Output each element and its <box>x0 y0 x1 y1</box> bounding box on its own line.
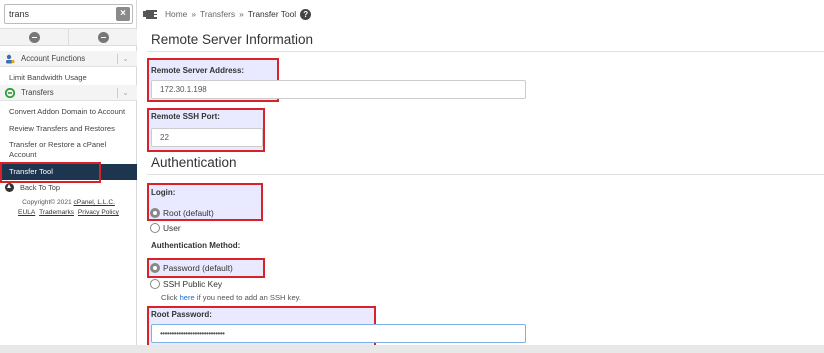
remote-address-input[interactable] <box>151 80 526 99</box>
category-account-functions[interactable]: Account Functions ⌄ <box>0 51 137 67</box>
search-input[interactable] <box>5 5 113 23</box>
add-ssh-key-link[interactable]: here <box>180 293 195 302</box>
sidebar-item-review-transfers[interactable]: Review Transfers and Restores <box>0 124 137 134</box>
divider <box>147 51 824 52</box>
ssh-port-input[interactable] <box>151 128 263 147</box>
back-to-top-link[interactable]: Back To Top <box>5 183 60 192</box>
back-to-top-label: Back To Top <box>20 183 60 192</box>
ssh-hint-suffix: if you need to add an SSH key. <box>194 293 302 302</box>
category-label: Account Functions <box>21 54 86 63</box>
breadcrumb-home[interactable]: Home <box>165 9 187 19</box>
login-root-option[interactable]: Root (default) <box>150 208 214 218</box>
breadcrumb-current: Transfer Tool <box>247 9 297 19</box>
bottom-scrollbar[interactable] <box>0 345 824 353</box>
section-title-authentication: Authentication <box>151 155 237 170</box>
arrow-up-circle-icon <box>5 183 14 192</box>
chevron-down-icon[interactable]: ⌄ <box>117 88 133 98</box>
user-icon <box>6 54 15 63</box>
remote-address-label: Remote Server Address: <box>151 66 245 75</box>
root-password-input[interactable] <box>151 324 526 343</box>
category-label: Transfers <box>21 88 54 97</box>
ssh-hint-prefix: Click <box>161 293 180 302</box>
cpanel-link[interactable]: cPanel, L.L.C. <box>74 199 115 206</box>
privacy-policy-link[interactable]: Privacy Policy <box>78 209 119 216</box>
breadcrumb-transfers[interactable]: Transfers <box>200 9 235 19</box>
highlight-transfer-tool <box>0 162 101 183</box>
copyright: Copyright© 2021 cPanel, L.L.C. <box>0 198 137 208</box>
auth-password-label: Password (default) <box>163 263 233 273</box>
sidebar-toggle-icon[interactable] <box>143 9 157 19</box>
auth-ssh-key-label: SSH Public Key <box>163 279 223 289</box>
trademarks-link[interactable]: Trademarks <box>39 209 74 216</box>
sidebar-item-convert-addon[interactable]: Convert Addon Domain to Account <box>0 107 137 117</box>
breadcrumb-separator: » <box>239 9 244 19</box>
eula-link[interactable]: EULA <box>18 209 35 216</box>
collapse-all-button[interactable] <box>0 29 69 45</box>
copyright-text: Copyright© 2021 <box>22 199 74 206</box>
auth-ssh-key-option[interactable]: SSH Public Key <box>150 279 222 289</box>
collapse-controls <box>0 28 137 46</box>
login-root-label: Root (default) <box>163 208 214 218</box>
login-user-label: User <box>163 223 181 233</box>
help-icon[interactable]: ? <box>300 8 312 20</box>
close-icon[interactable]: × <box>116 7 130 21</box>
breadcrumb-separator: » <box>191 9 197 19</box>
login-label: Login: <box>151 188 176 197</box>
auth-password-option[interactable]: Password (default) <box>150 263 233 273</box>
footer-links: EULA Trademarks Privacy Policy <box>0 209 137 216</box>
sidebar-item-transfer-or-restore[interactable]: Transfer or Restore a cPanel Account <box>0 140 120 160</box>
auth-method-label: Authentication Method: <box>151 241 241 250</box>
login-user-option[interactable]: User <box>150 223 181 233</box>
root-password-label: Root Password: <box>151 310 212 319</box>
radio-unchecked-icon[interactable] <box>150 223 160 233</box>
minus-circle-icon <box>97 31 109 43</box>
radio-checked-icon[interactable] <box>150 263 160 273</box>
chevron-down-icon[interactable]: ⌄ <box>117 54 133 64</box>
main-content: Remote Server Information Remote Server … <box>137 28 824 353</box>
ssh-port-label: Remote SSH Port: <box>151 112 220 121</box>
expand-all-button[interactable] <box>69 29 137 45</box>
divider <box>147 174 824 175</box>
sidebar-item-limit-bandwidth[interactable]: Limit Bandwidth Usage <box>0 73 137 83</box>
transfer-icon <box>5 87 15 98</box>
minus-circle-icon <box>28 31 40 43</box>
radio-unchecked-icon[interactable] <box>150 279 160 289</box>
ssh-key-hint: Click here if you need to add an SSH key… <box>161 293 301 302</box>
radio-checked-icon[interactable] <box>150 208 160 218</box>
category-transfers[interactable]: Transfers ⌄ <box>0 85 137 101</box>
breadcrumb: Home » Transfers » Transfer Tool ? <box>137 0 824 28</box>
search-box: × <box>4 4 133 24</box>
section-title-remote-server: Remote Server Information <box>151 32 314 47</box>
